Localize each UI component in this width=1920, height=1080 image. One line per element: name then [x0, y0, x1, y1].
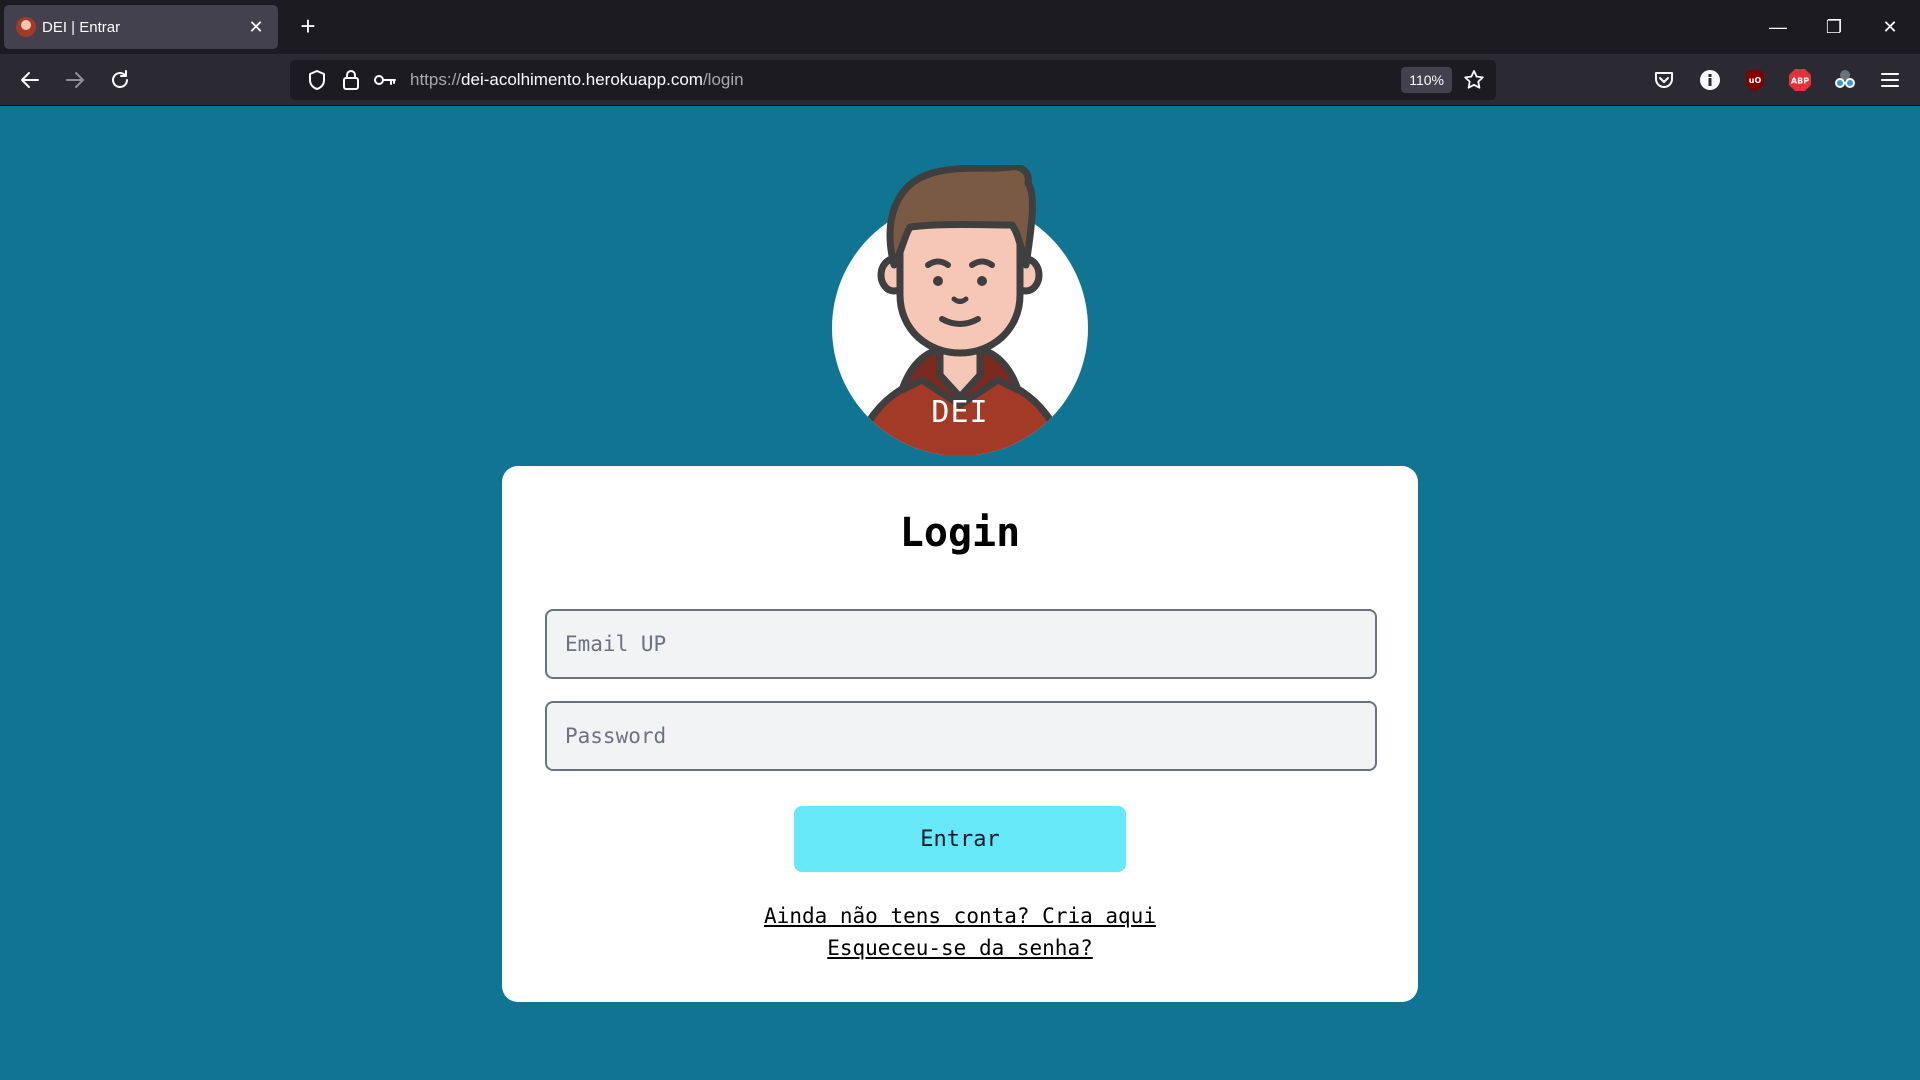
lock-icon[interactable]	[334, 64, 368, 96]
pocket-icon[interactable]	[1650, 66, 1678, 94]
address-bar[interactable]: https://dei-acolhimento.herokuapp.com/lo…	[290, 60, 1496, 100]
minimize-button[interactable]: —	[1758, 10, 1798, 44]
url-text[interactable]: https://dei-acolhimento.herokuapp.com/lo…	[410, 70, 744, 90]
key-icon[interactable]	[368, 64, 402, 96]
url-path: /login	[702, 70, 744, 89]
back-button[interactable]	[14, 64, 46, 96]
glasses-icon[interactable]	[1831, 66, 1859, 94]
menu-hamburger-icon[interactable]	[1876, 66, 1904, 94]
tab-title: DEI | Entrar	[42, 18, 121, 36]
ublock-label: uO	[1749, 76, 1762, 85]
restore-button[interactable]: ❐	[1814, 10, 1854, 44]
tab-strip: DEI | Entrar ✕ + — ❐ ✕	[0, 0, 1920, 54]
tab-close-icon[interactable]: ✕	[246, 17, 266, 38]
shield-icon[interactable]	[300, 64, 334, 96]
close-window-button[interactable]: ✕	[1870, 10, 1910, 44]
page-title: Login	[899, 510, 1021, 556]
login-button[interactable]: Entrar	[794, 806, 1126, 872]
back-arrow-icon	[21, 72, 39, 88]
adblock-plus-icon[interactable]: ABP	[1786, 66, 1814, 94]
login-card: Login Entrar Ainda não tens conta? Cria …	[502, 466, 1418, 1002]
register-link[interactable]: Ainda não tens conta? Cria aqui	[502, 904, 1418, 928]
url-host: dei-acolhimento.herokuapp.com	[461, 70, 703, 89]
forward-button[interactable]	[59, 64, 91, 96]
reload-button[interactable]	[104, 64, 136, 96]
zoom-level-badge[interactable]: 110%	[1401, 67, 1452, 93]
bookmark-star-icon[interactable]	[1458, 64, 1490, 96]
avatar-label: DEI	[931, 395, 989, 430]
new-tab-button[interactable]: +	[294, 13, 322, 41]
navigation-toolbar: https://dei-acolhimento.herokuapp.com/lo…	[0, 54, 1920, 106]
info-icon[interactable]	[1696, 66, 1724, 94]
abp-label: ABP	[1791, 77, 1809, 86]
avatar: DEI	[832, 163, 1088, 456]
forgot-password-link[interactable]: Esqueceu-se da senha?	[502, 936, 1418, 960]
site-favicon-icon	[16, 17, 36, 37]
password-field[interactable]	[545, 701, 1377, 771]
email-field[interactable]	[545, 609, 1377, 679]
browser-tab[interactable]: DEI | Entrar ✕	[4, 5, 278, 49]
reload-icon	[112, 70, 128, 88]
page-body: DEI Login Entrar Ainda não tens conta? C…	[0, 107, 1920, 1080]
ublock-icon[interactable]: uO	[1741, 66, 1769, 94]
forward-arrow-icon	[66, 72, 84, 88]
url-scheme: https://	[410, 70, 462, 89]
